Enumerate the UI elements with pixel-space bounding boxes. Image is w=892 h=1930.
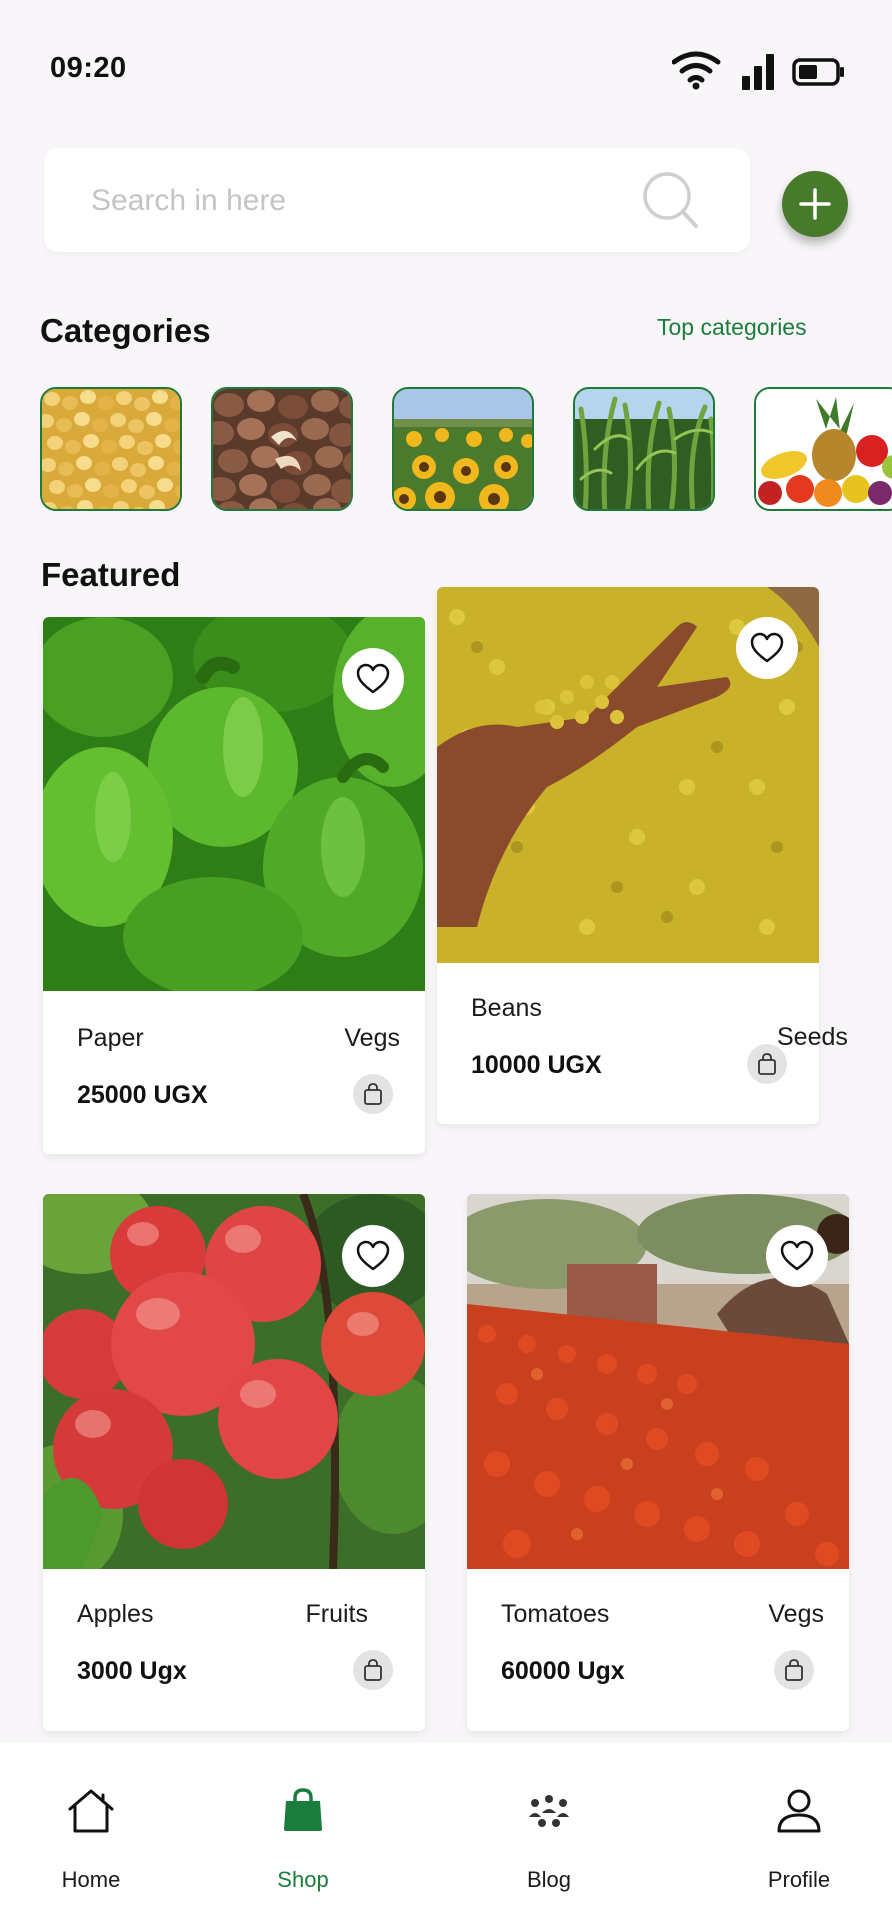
shopping-bag-icon [785, 1659, 803, 1681]
heart-icon [356, 1240, 390, 1271]
shopping-bag-icon [758, 1053, 776, 1075]
nav-blog-label: Blog [526, 1867, 572, 1892]
product-price: 25000 UGX [77, 1081, 208, 1109]
favorite-button[interactable] [342, 648, 404, 710]
top-categories-link[interactable]: Top categories [657, 314, 807, 341]
product-card[interactable]: Paper Vegs 25000 UGX [43, 617, 425, 1154]
product-price: 60000 Ugx [501, 1657, 625, 1685]
product-card[interactable]: Beans Seeds 10000 UGX [437, 587, 848, 1124]
add-button[interactable] [782, 171, 848, 237]
category-maize[interactable] [40, 387, 182, 511]
category-cashew[interactable] [211, 387, 353, 511]
product-price: 10000 UGX [471, 1051, 602, 1079]
product-name: Apples [77, 1600, 154, 1628]
heart-icon [356, 663, 390, 694]
heart-icon [780, 1240, 814, 1271]
favorite-button[interactable] [342, 1225, 404, 1287]
favorite-button[interactable] [766, 1225, 828, 1287]
product-name: Beans [471, 994, 542, 1022]
blog-icon [529, 1795, 569, 1827]
nav-home[interactable]: Home [21, 1743, 161, 1930]
search-input[interactable]: Search in here [44, 148, 750, 252]
signal-icon [742, 54, 774, 90]
maize-field-image [575, 389, 713, 509]
home-icon [68, 1789, 114, 1833]
category-fruits[interactable] [754, 387, 892, 511]
maize-image [42, 389, 180, 509]
product-category: Vegs [768, 1600, 824, 1628]
profile-icon [777, 1789, 821, 1833]
heart-icon [750, 632, 784, 663]
sunflower-image [394, 389, 532, 509]
plus-icon [799, 188, 831, 220]
nav-profile[interactable]: Profile [729, 1743, 869, 1930]
add-to-cart-button[interactable] [353, 1074, 393, 1114]
fruits-image [756, 389, 892, 509]
battery-icon [792, 58, 844, 86]
category-sunflower[interactable] [392, 387, 534, 511]
nav-home-label: Home [61, 1867, 121, 1892]
nav-shop[interactable]: Shop [233, 1743, 373, 1930]
status-time: 09:20 [50, 52, 127, 84]
nav-shop-label: Shop [277, 1867, 329, 1892]
categories-title: Categories [40, 312, 211, 349]
nav-profile-label: Profile [767, 1867, 831, 1892]
favorite-button[interactable] [736, 617, 798, 679]
product-category: Seeds [777, 1023, 848, 1051]
shopping-bag-icon [364, 1659, 382, 1681]
featured-title: Featured [41, 556, 181, 593]
status-icons [672, 51, 844, 90]
cashew-image [213, 389, 351, 509]
product-card[interactable]: Apples Fruits 3000 Ugx [43, 1194, 425, 1731]
add-to-cart-button[interactable] [747, 1044, 787, 1084]
category-maize-field[interactable] [573, 387, 715, 511]
bottom-navigation: Home Shop Blog Profile [0, 1743, 892, 1930]
product-category: Fruits [305, 1600, 369, 1628]
wifi-icon [672, 51, 721, 90]
product-name: Paper [77, 1024, 144, 1052]
shop-bag-icon [284, 1788, 322, 1831]
product-category: Vegs [344, 1024, 400, 1052]
search-placeholder: Search in here [91, 184, 287, 217]
nav-blog[interactable]: Blog [479, 1743, 619, 1930]
shopping-bag-icon [364, 1083, 382, 1105]
product-card[interactable]: Tomatoes Vegs 60000 Ugx [467, 1194, 849, 1731]
add-to-cart-button[interactable] [353, 1650, 393, 1690]
search-icon[interactable] [640, 170, 704, 234]
product-price: 3000 Ugx [77, 1657, 187, 1685]
product-name: Tomatoes [501, 1600, 610, 1628]
add-to-cart-button[interactable] [774, 1650, 814, 1690]
